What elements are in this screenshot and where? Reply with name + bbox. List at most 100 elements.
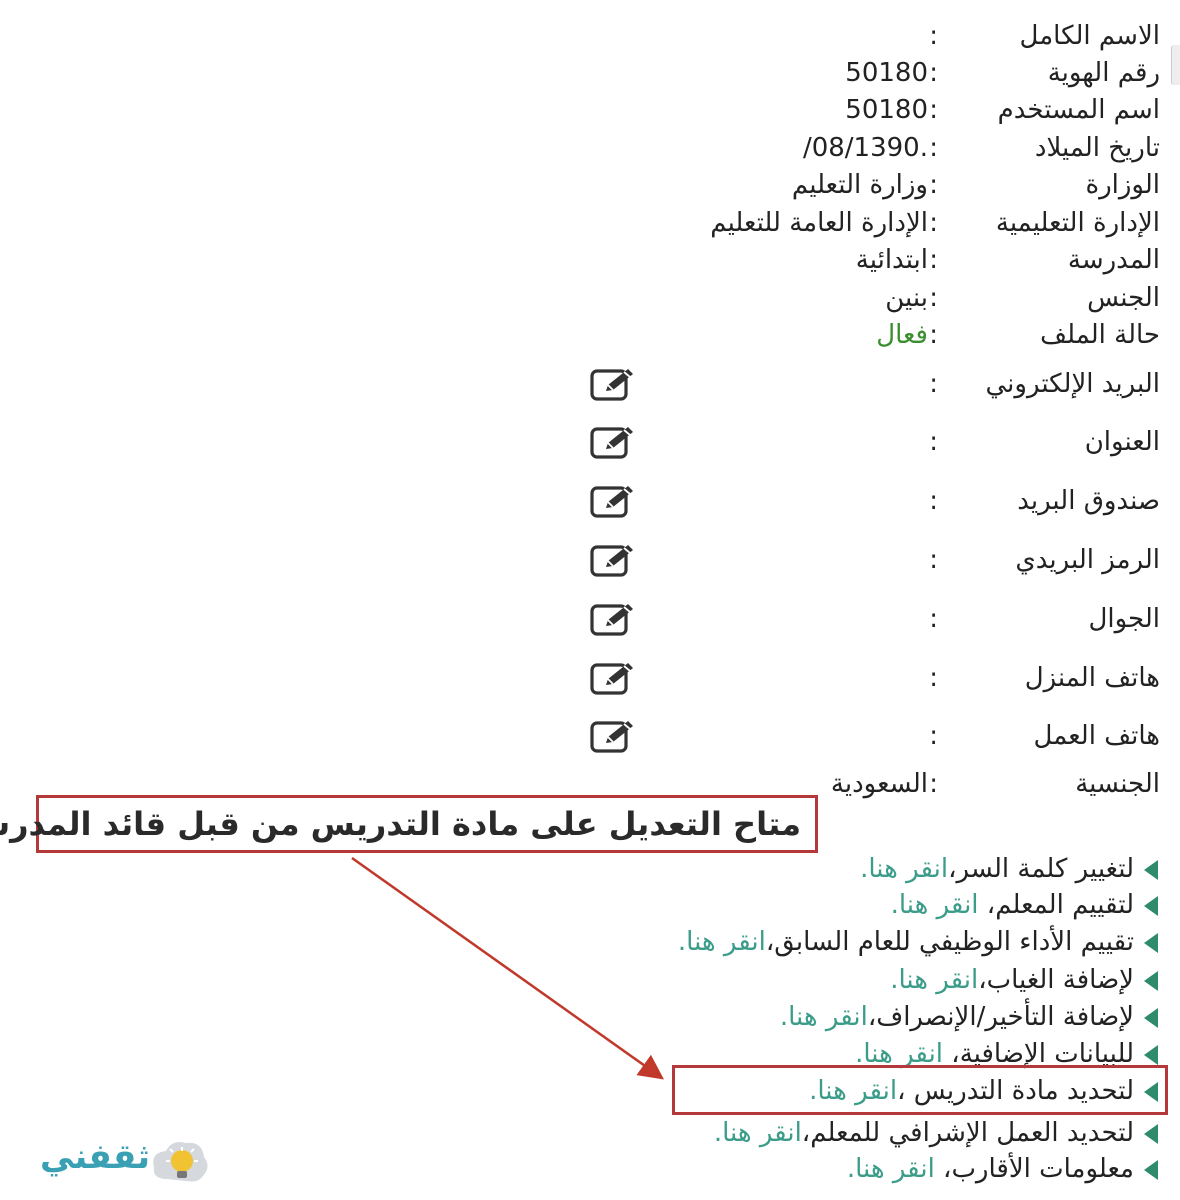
field-home-phone: هاتف المنزل : [260, 658, 1160, 698]
status-active-value: فعال [876, 320, 928, 350]
edit-icon[interactable] [590, 542, 638, 578]
bullet-arrow-icon [1144, 1044, 1158, 1065]
bullet-arrow-icon [1144, 859, 1158, 880]
field-value: الإدارة العامة للتعليم [710, 208, 928, 238]
field-colon: : [929, 283, 938, 313]
field-colon: : [929, 486, 938, 516]
edit-icon[interactable] [590, 718, 638, 754]
field-value: /08/1390. [802, 133, 928, 163]
edit-icon[interactable] [590, 483, 638, 519]
link-supervisory-work: لتحديد العمل الإشرافي للمعلم،انقر هنا. [714, 1114, 1158, 1152]
field-colon: : [929, 21, 938, 51]
edit-icon[interactable] [590, 366, 638, 402]
field-birth-date: تاريخ الميلاد : /08/1390. [260, 128, 1160, 168]
field-username: اسم المستخدم : 50180 [260, 90, 1160, 130]
field-label: حالة الملف [1040, 320, 1160, 350]
link-relatives-info: معلومات الأقارب، انقر هنا. [847, 1150, 1158, 1188]
field-label: العنوان [1084, 427, 1160, 457]
logo-text: ثقفني [40, 1137, 150, 1177]
link-label: لإضافة الغياب، [978, 965, 1134, 995]
field-label: تاريخ الميلاد [1034, 133, 1160, 163]
field-label: الاسم الكامل [1019, 21, 1160, 51]
link-label: تقييم الأداء الوظيفي للعام السابق، [765, 927, 1134, 957]
field-school: المدرسة : ابتدائية [260, 240, 1160, 280]
field-label: الإدارة التعليمية [995, 208, 1160, 238]
field-value: بنين [885, 283, 928, 313]
field-colon: : [929, 170, 938, 200]
click-here-link[interactable]: انقر هنا. [860, 854, 948, 884]
field-colon: : [929, 721, 938, 751]
annotation-text: متاح التعديل على مادة التدريس من قبل قائ… [0, 805, 801, 843]
field-mobile: الجوال : [260, 599, 1160, 639]
field-id-number: رقم الهوية : 50180 [260, 53, 1160, 93]
click-here-link[interactable]: انقر هنا. [714, 1118, 802, 1148]
bullet-arrow-icon [1144, 1007, 1158, 1028]
field-postal-code: الرمز البريدي : [260, 540, 1160, 580]
field-colon: : [929, 545, 938, 575]
field-label: هاتف العمل [1033, 721, 1160, 751]
field-label: الجوال [1088, 604, 1160, 634]
scrollbar-handle[interactable] [1171, 45, 1180, 85]
field-label: الجنسية [1075, 769, 1160, 799]
bullet-arrow-icon [1144, 895, 1158, 916]
field-value: وزارة التعليم [791, 170, 928, 200]
click-here-link[interactable]: انقر هنا. [890, 965, 978, 995]
link-add-absence: لإضافة الغياب،انقر هنا. [890, 961, 1158, 999]
field-colon: : [929, 663, 938, 693]
field-ministry: الوزارة : وزارة التعليم [260, 165, 1160, 205]
teacher-profile-page: الاسم الكامل : رقم الهوية : 50180 اسم ال… [0, 0, 1180, 1200]
link-change-password: لتغيير كلمة السر،انقر هنا. [860, 850, 1158, 888]
link-add-delay: لإضافة التأخير/الإنصراف،انقر هنا. [780, 998, 1158, 1036]
field-label: البريد الإلكتروني [985, 369, 1160, 399]
field-label: الرمز البريدي [1015, 545, 1160, 575]
field-colon: : [929, 604, 938, 634]
field-value: 50180 [845, 95, 928, 125]
link-previous-performance: تقييم الأداء الوظيفي للعام السابق،انقر ه… [678, 923, 1158, 961]
link-label: لتقييم المعلم، [978, 890, 1134, 920]
field-label: الجنس [1087, 283, 1160, 313]
field-label: اسم المستخدم [997, 95, 1160, 125]
field-value: 50180 [845, 58, 928, 88]
field-value: السعودية [830, 769, 928, 799]
field-address: العنوان : [260, 422, 1160, 462]
field-work-phone: هاتف العمل : [260, 716, 1160, 756]
field-colon: : [929, 95, 938, 125]
field-label: رقم الهوية [1047, 58, 1160, 88]
click-here-link[interactable]: انقر هنا. [847, 1154, 935, 1184]
bullet-arrow-icon [1144, 970, 1158, 991]
field-file-status: حالة الملف : فعال [260, 315, 1160, 355]
field-value: ابتدائية [855, 245, 928, 275]
field-po-box: صندوق البريد : [260, 481, 1160, 521]
field-colon: : [929, 245, 938, 275]
field-edu-admin: الإدارة التعليمية : الإدارة العامة للتعل… [260, 203, 1160, 243]
field-colon: : [929, 769, 938, 799]
edit-icon[interactable] [590, 601, 638, 637]
click-here-link[interactable]: انقر هنا. [678, 927, 766, 957]
field-colon: : [929, 133, 938, 163]
field-gender: الجنس : بنين [260, 278, 1160, 318]
link-label: لتحديد العمل الإشرافي للمعلم، [801, 1118, 1134, 1148]
field-label: الوزارة [1085, 170, 1160, 200]
teaching-subject-highlight [672, 1065, 1168, 1115]
link-label: معلومات الأقارب، [934, 1154, 1134, 1184]
edit-icon[interactable] [590, 660, 638, 696]
annotation-callout: متاح التعديل على مادة التدريس من قبل قائ… [0, 795, 818, 853]
field-colon: : [929, 208, 938, 238]
field-colon: : [929, 427, 938, 457]
field-label: المدرسة [1067, 245, 1160, 275]
field-colon: : [929, 58, 938, 88]
bullet-arrow-icon [1144, 1159, 1158, 1180]
field-colon: : [929, 320, 938, 350]
field-label: هاتف المنزل [1024, 663, 1160, 693]
field-colon: : [929, 369, 938, 399]
link-teacher-evaluation: لتقييم المعلم، انقر هنا. [891, 886, 1158, 924]
click-here-link[interactable]: انقر هنا. [891, 890, 979, 920]
bullet-arrow-icon [1144, 932, 1158, 953]
field-email: البريد الإلكتروني : [260, 364, 1160, 404]
field-full-name: الاسم الكامل : [260, 16, 1160, 56]
link-label: لإضافة التأخير/الإنصراف، [867, 1002, 1134, 1032]
edit-icon[interactable] [590, 424, 638, 460]
bullet-arrow-icon [1144, 1123, 1158, 1144]
click-here-link[interactable]: انقر هنا. [780, 1002, 868, 1032]
site-logo: ثقفني [22, 1127, 212, 1197]
